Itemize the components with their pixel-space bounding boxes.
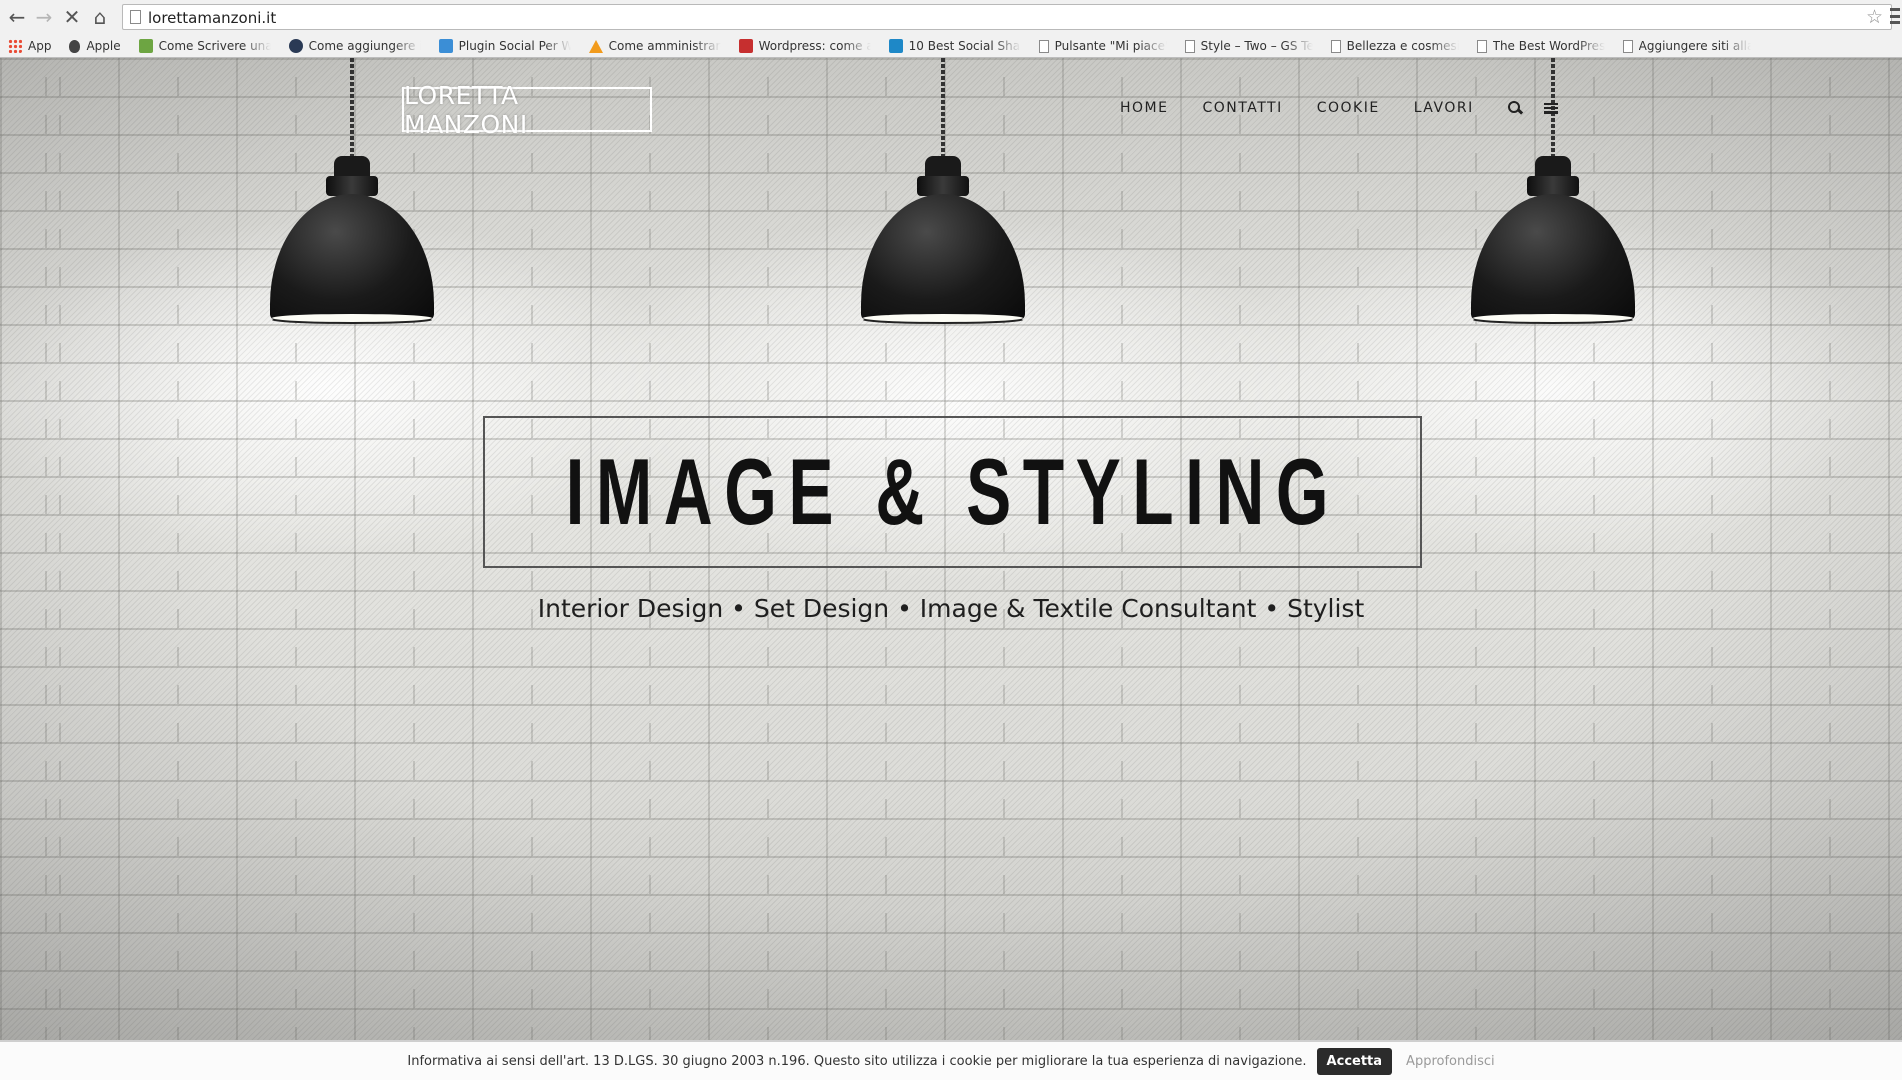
page-icon — [1038, 39, 1049, 53]
triangle-icon — [588, 39, 603, 53]
search-icon[interactable] — [1507, 101, 1522, 115]
bookmark-item[interactable]: Bellezza e cosmesi, — [1330, 39, 1459, 53]
bookmark-label: The Best WordPress — [1492, 39, 1605, 53]
bookmark-label: Bellezza e cosmesi, — [1346, 39, 1459, 53]
hero-subtitle: Interior Design • Set Design • Image & T… — [537, 594, 1365, 623]
bookmark-item[interactable]: App — [8, 39, 51, 53]
bookmark-item[interactable]: Come Scrivere una N — [138, 39, 271, 53]
apple-icon — [69, 39, 81, 53]
nav-item-contatti[interactable]: CONTATTI — [1202, 100, 1282, 116]
cookie-banner: Informativa ai sensi dell'art. 13 D.LGS.… — [0, 1040, 1902, 1080]
bookmark-item[interactable]: Aggiungere siti alla — [1622, 39, 1751, 53]
bookmark-label: Style – Two – GS Tex — [1200, 39, 1313, 53]
stop-loading-icon[interactable]: ✕ — [60, 5, 84, 29]
main-nav: HOME CONTATTI COOKIE LAVORI — [1120, 100, 1558, 116]
address-bar[interactable]: lorettamanzoni.it ☆ — [122, 4, 1892, 30]
website-viewport: LORETTA MANZONI HOME CONTATTI COOKIE LAV… — [0, 58, 1902, 1040]
bookmark-item[interactable]: The Best WordPress — [1476, 39, 1605, 53]
bookmark-label: Pulsante "Mi piace" - — [1054, 39, 1167, 53]
pendant-lamp-right — [1471, 58, 1635, 328]
site-logo[interactable]: LORETTA MANZONI — [402, 81, 652, 139]
bookmarks-bar: App Apple Come Scrivere una N Come aggiu… — [0, 34, 1902, 58]
hero-title-frame: IMAGE & STYLING — [483, 416, 1422, 568]
bookmark-item[interactable]: Apple — [69, 39, 121, 53]
bookmark-item[interactable]: Plugin Social Per Wo — [438, 39, 571, 53]
nav-item-lavori[interactable]: LAVORI — [1414, 100, 1474, 116]
bookmark-label: Apple — [86, 39, 121, 53]
browser-menu-icon[interactable] — [1890, 8, 1900, 24]
page-icon — [130, 10, 141, 24]
bookmark-item[interactable]: 10 Best Social Sharin — [888, 39, 1021, 53]
home-icon[interactable]: ⌂ — [88, 5, 112, 29]
eye-icon — [888, 39, 903, 53]
bookmark-label: Come amministrare — [608, 39, 721, 53]
learn-more-link[interactable]: Approfondisci — [1406, 1054, 1495, 1069]
hero-title: IMAGE & STYLING — [565, 439, 1340, 544]
bookmark-item[interactable]: Come aggiungere i p — [288, 39, 421, 53]
site-icon — [288, 39, 303, 53]
address-bar-url: lorettamanzoni.it — [148, 9, 277, 27]
nav-item-cookie[interactable]: COOKIE — [1317, 100, 1380, 116]
nav-item-home[interactable]: HOME — [1120, 100, 1168, 116]
bookmark-label: Come aggiungere i p — [308, 39, 421, 53]
forward-arrow-icon[interactable]: → — [32, 5, 56, 29]
pendant-lamp-center — [861, 58, 1025, 328]
page-icon — [1476, 39, 1487, 53]
apps-grid-icon — [8, 39, 22, 53]
back-arrow-icon[interactable]: ← — [5, 5, 29, 29]
bookmark-label: App — [28, 39, 52, 53]
check-icon — [438, 39, 453, 53]
bookmark-item[interactable]: Style – Two – GS Tex — [1184, 39, 1313, 53]
bookmark-label: 10 Best Social Sharin — [908, 39, 1021, 53]
bookmark-item[interactable]: Come amministrare — [588, 39, 721, 53]
bookmark-label: Wordpress: come ag — [758, 39, 871, 53]
bookmark-label: Aggiungere siti alla — [1638, 39, 1751, 53]
browser-toolbar: ← → ✕ ⌂ lorettamanzoni.it ☆ — [0, 0, 1902, 34]
page-icon — [1622, 39, 1633, 53]
cookie-notice-text: Informativa ai sensi dell'art. 13 D.LGS.… — [407, 1053, 1307, 1069]
bookmark-label: Plugin Social Per Wo — [458, 39, 571, 53]
browser-chrome: ← → ✕ ⌂ lorettamanzoni.it ☆ App Apple Co… — [0, 0, 1902, 58]
bookmark-item[interactable]: Wordpress: come ag — [738, 39, 871, 53]
bookmark-item[interactable]: Pulsante "Mi piace" - — [1038, 39, 1167, 53]
hamburger-menu-icon[interactable] — [1543, 102, 1558, 114]
accept-cookies-button[interactable]: Accetta — [1316, 1047, 1393, 1075]
page-icon — [1330, 39, 1341, 53]
page-icon — [1184, 39, 1195, 53]
4w-icon — [738, 39, 753, 53]
bookmark-label: Come Scrivere una N — [158, 39, 271, 53]
bookmark-star-icon[interactable]: ☆ — [1866, 6, 1883, 28]
hubspot-icon — [138, 39, 153, 53]
